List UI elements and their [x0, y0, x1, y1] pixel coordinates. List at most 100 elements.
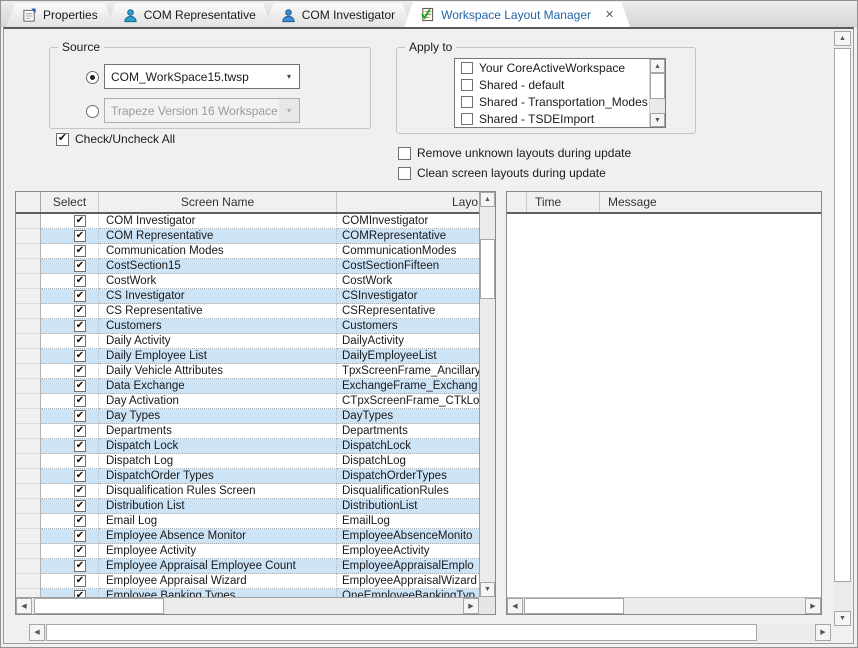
- scroll-up-icon[interactable]: ▲: [480, 192, 495, 207]
- apply-to-item[interactable]: ✔ Shared - default: [455, 76, 648, 93]
- scroll-right-icon[interactable]: ▶: [805, 598, 821, 614]
- select-cell[interactable]: ✔: [41, 559, 99, 574]
- checkbox[interactable]: ✔: [74, 440, 86, 452]
- table-row[interactable]: ✔ COM Investigator COMInvestigator: [16, 214, 479, 229]
- checkbox[interactable]: ✔: [74, 350, 86, 362]
- checkbox[interactable]: ✔: [74, 395, 86, 407]
- remove-unknown-layouts-checkbox[interactable]: ✔ Remove unknown layouts during update: [398, 146, 631, 160]
- table-row[interactable]: ✔ Disqualification Rules Screen Disquali…: [16, 484, 479, 499]
- table-row[interactable]: ✔ Daily Vehicle Attributes TpxScreenFram…: [16, 364, 479, 379]
- tab-com-representative[interactable]: COM Representative: [107, 3, 272, 27]
- scroll-down-icon[interactable]: ▼: [834, 611, 851, 626]
- clean-screen-layouts-checkbox[interactable]: ✔ Clean screen layouts during update: [398, 166, 606, 180]
- select-cell[interactable]: ✔: [41, 334, 99, 349]
- tab-com-investigator[interactable]: COM Investigator: [265, 3, 411, 27]
- table-row[interactable]: ✔ Distribution List DistributionList: [16, 499, 479, 514]
- select-cell[interactable]: ✔: [41, 484, 99, 499]
- checkbox[interactable]: ✔: [74, 590, 86, 597]
- select-cell[interactable]: ✔: [41, 289, 99, 304]
- checkbox[interactable]: ✔: [74, 530, 86, 542]
- checkbox[interactable]: ✔: [74, 215, 86, 227]
- source-workspace-file-radio[interactable]: [86, 71, 99, 84]
- table-row[interactable]: ✔ COM Representative COMRepresentative: [16, 229, 479, 244]
- checkbox[interactable]: ✔: [74, 410, 86, 422]
- select-cell[interactable]: ✔: [41, 589, 99, 597]
- chevron-down-icon[interactable]: ▾: [279, 65, 299, 88]
- tab-workspace-layout-manager[interactable]: Workspace Layout Manager ✕: [404, 2, 630, 27]
- select-cell[interactable]: ✔: [41, 274, 99, 289]
- table-row[interactable]: ✔ Day Types DayTypes: [16, 409, 479, 424]
- checkbox[interactable]: ✔: [461, 62, 473, 74]
- scroll-right-icon[interactable]: ▶: [815, 624, 831, 641]
- screen-name-column-header[interactable]: Screen Name: [99, 192, 337, 212]
- checkbox[interactable]: ✔: [461, 113, 473, 125]
- select-cell[interactable]: ✔: [41, 424, 99, 439]
- table-row[interactable]: ✔ DispatchOrder Types DispatchOrderTypes: [16, 469, 479, 484]
- workspace-file-dropdown[interactable]: COM_WorkSpace15.twsp ▾: [104, 64, 300, 89]
- scrollbar-thumb[interactable]: [524, 598, 624, 614]
- checkbox[interactable]: ✔: [74, 230, 86, 242]
- tab-properties[interactable]: Properties: [6, 3, 114, 27]
- select-cell[interactable]: ✔: [41, 244, 99, 259]
- time-column-header[interactable]: Time: [527, 192, 600, 212]
- scroll-left-icon[interactable]: ◀: [507, 598, 523, 614]
- layout-column-header[interactable]: Layo: [337, 192, 479, 212]
- checkbox[interactable]: ✔: [74, 275, 86, 287]
- table-row[interactable]: ✔ Email Log EmailLog: [16, 514, 479, 529]
- table-row[interactable]: ✔ Day Activation CTpxScreenFrame_CTkLoa: [16, 394, 479, 409]
- select-cell[interactable]: ✔: [41, 454, 99, 469]
- scroll-down-icon[interactable]: ▼: [480, 582, 495, 597]
- log-horizontal-scrollbar[interactable]: ◀ ▶: [507, 597, 821, 614]
- apply-to-item[interactable]: ✔ Shared - TSDEImport: [455, 110, 648, 127]
- scrollbar-thumb[interactable]: [650, 73, 665, 99]
- scroll-up-icon[interactable]: ▲: [834, 31, 851, 46]
- checkbox[interactable]: ✔: [74, 455, 86, 467]
- page-vertical-scrollbar[interactable]: ▲ ▼: [834, 31, 851, 626]
- checkbox[interactable]: ✔: [74, 305, 86, 317]
- checkbox[interactable]: ✔: [74, 500, 86, 512]
- checkbox[interactable]: ✔: [56, 133, 69, 146]
- table-row[interactable]: ✔ Communication Modes CommunicationModes: [16, 244, 479, 259]
- table-row[interactable]: ✔ Employee Absence Monitor EmployeeAbsen…: [16, 529, 479, 544]
- select-cell[interactable]: ✔: [41, 379, 99, 394]
- scrollbar-thumb[interactable]: [480, 239, 495, 299]
- table-row[interactable]: ✔ Daily Activity DailyActivity: [16, 334, 479, 349]
- select-cell[interactable]: ✔: [41, 574, 99, 589]
- checkbox[interactable]: ✔: [74, 545, 86, 557]
- select-cell[interactable]: ✔: [41, 514, 99, 529]
- source-trapeze-radio[interactable]: [86, 105, 99, 118]
- select-cell[interactable]: ✔: [41, 349, 99, 364]
- scroll-left-icon[interactable]: ◀: [29, 624, 45, 641]
- select-cell[interactable]: ✔: [41, 544, 99, 559]
- table-row[interactable]: ✔ Departments Departments: [16, 424, 479, 439]
- checkbox[interactable]: ✔: [74, 470, 86, 482]
- table-row[interactable]: ✔ CS Investigator CSInvestigator: [16, 289, 479, 304]
- checkbox[interactable]: ✔: [74, 260, 86, 272]
- table-row[interactable]: ✔ Customers Customers: [16, 319, 479, 334]
- checkbox[interactable]: ✔: [74, 380, 86, 392]
- checkbox[interactable]: ✔: [398, 147, 411, 160]
- table-row[interactable]: ✔ Data Exchange ExchangeFrame_Exchang: [16, 379, 479, 394]
- message-column-header[interactable]: Message: [600, 192, 821, 212]
- select-cell[interactable]: ✔: [41, 259, 99, 274]
- checkbox[interactable]: ✔: [74, 425, 86, 437]
- table-row[interactable]: ✔ Employee Activity EmployeeActivity: [16, 544, 479, 559]
- table-row[interactable]: ✔ CS Representative CSRepresentative: [16, 304, 479, 319]
- select-column-header[interactable]: Select: [41, 192, 99, 212]
- table-row[interactable]: ✔ Employee Appraisal Wizard EmployeeAppr…: [16, 574, 479, 589]
- checkbox[interactable]: ✔: [74, 245, 86, 257]
- screens-horizontal-scrollbar[interactable]: ◀ ▶: [16, 597, 479, 614]
- scroll-up-icon[interactable]: ▲: [650, 59, 665, 73]
- checkbox[interactable]: ✔: [74, 515, 86, 527]
- apply-to-item[interactable]: ✔ Your CoreActiveWorkspace: [455, 59, 648, 76]
- table-row[interactable]: ✔ CostSection15 CostSectionFifteen: [16, 259, 479, 274]
- select-cell[interactable]: ✔: [41, 499, 99, 514]
- checkbox[interactable]: ✔: [461, 96, 473, 108]
- select-cell[interactable]: ✔: [41, 529, 99, 544]
- scrollbar-thumb[interactable]: [834, 48, 851, 582]
- select-cell[interactable]: ✔: [41, 394, 99, 409]
- check-uncheck-all-checkbox[interactable]: ✔ Check/Uncheck All: [56, 132, 175, 146]
- screens-vertical-scrollbar[interactable]: ▲ ▼: [479, 192, 495, 597]
- checkbox[interactable]: ✔: [398, 167, 411, 180]
- table-row[interactable]: ✔ Employee Banking Types OneEmployeeBank…: [16, 589, 479, 597]
